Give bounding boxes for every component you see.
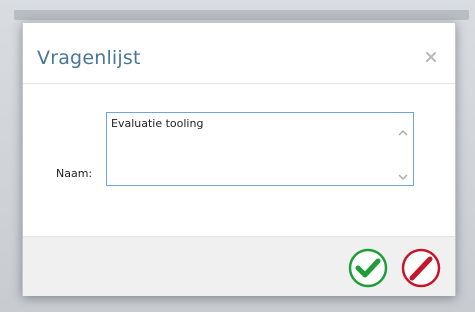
dialog-body: Naam: Evaluatie tooling <box>23 84 455 236</box>
dialog-title: Vragenlijst <box>37 47 141 69</box>
pencil-slash-icon <box>401 248 441 288</box>
background-toolbar <box>14 10 469 20</box>
dialog-footer <box>23 236 455 296</box>
name-label: Naam: <box>56 167 93 180</box>
scroll-up-icon[interactable] <box>397 123 409 136</box>
checkmark-icon <box>348 248 388 288</box>
dialog-header: Vragenlijst <box>23 23 455 84</box>
scroll-down-icon[interactable] <box>397 167 409 180</box>
cancel-button[interactable] <box>401 248 441 288</box>
name-textarea-value: Evaluatie tooling <box>111 117 204 130</box>
questionnaire-dialog: Vragenlijst Naam: Evaluatie tooling <box>22 22 456 296</box>
name-textarea[interactable]: Evaluatie tooling <box>106 112 414 186</box>
close-icon[interactable] <box>423 49 439 65</box>
confirm-button[interactable] <box>348 248 388 288</box>
